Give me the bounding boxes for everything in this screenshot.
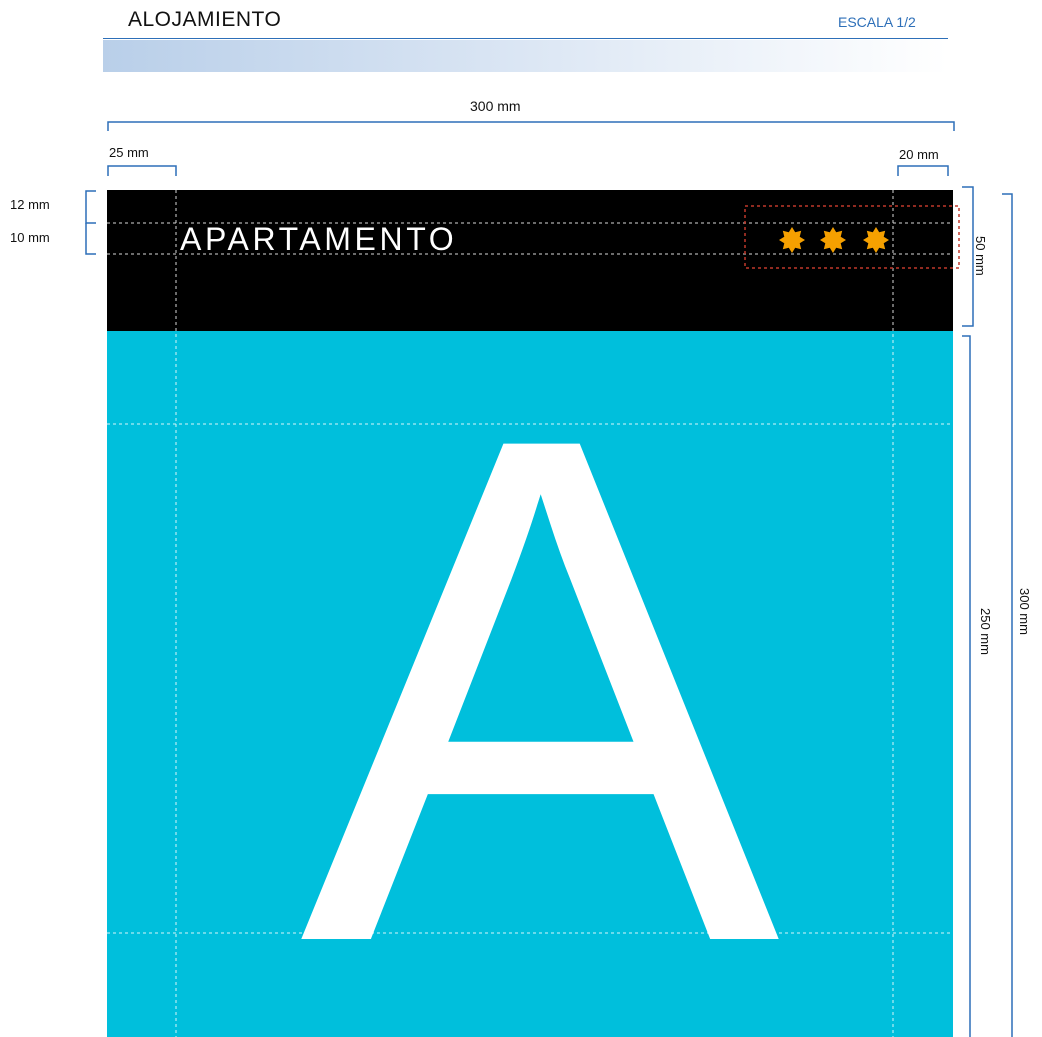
star-icon	[863, 227, 889, 253]
body-height-bracket	[962, 335, 971, 1037]
band-height-bracket	[962, 186, 974, 327]
star-icon	[779, 227, 805, 253]
star-icon	[820, 227, 846, 253]
stars-box	[744, 205, 960, 269]
layout-guides	[107, 190, 953, 1037]
dimension-overlay	[85, 121, 1013, 1037]
left-height-bracket	[85, 190, 96, 255]
rating-stars	[779, 227, 889, 253]
total-width-bracket	[107, 121, 955, 131]
left-margin-bracket	[107, 165, 177, 176]
sign-spec-sheet: ALOJAMIENTO ESCALA 1/2 300 mm 25 mm 20 m…	[0, 0, 1042, 1037]
total-height-bracket	[1002, 193, 1013, 1037]
right-margin-bracket	[897, 165, 949, 176]
